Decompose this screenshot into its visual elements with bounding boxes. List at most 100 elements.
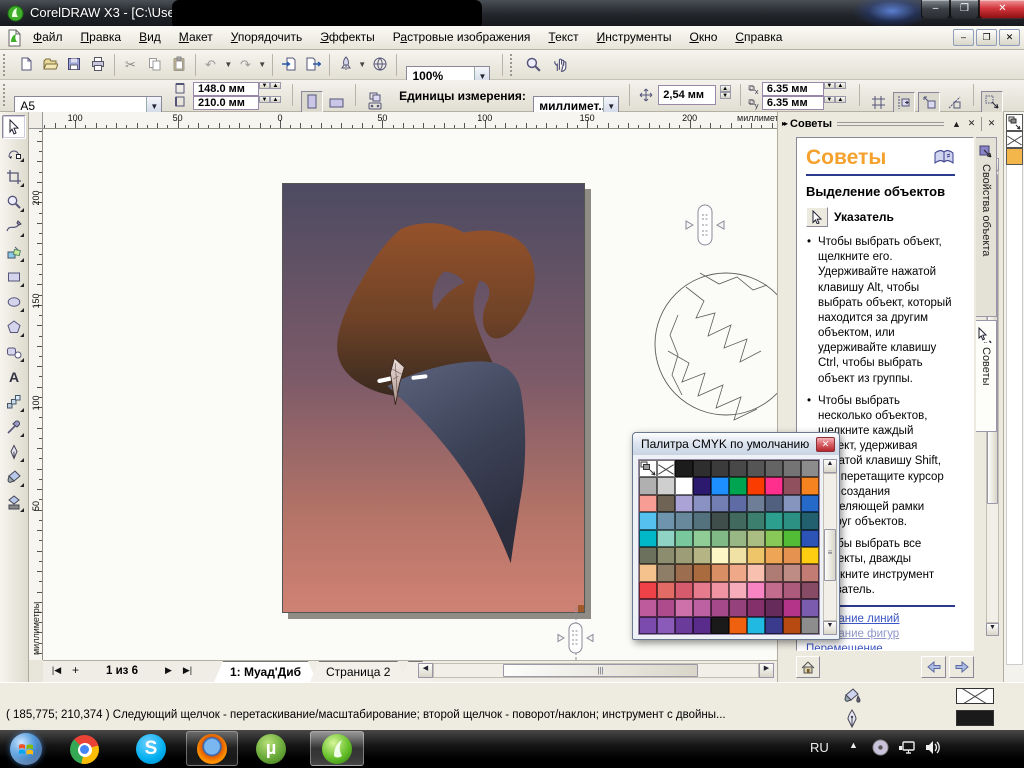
color-swatch[interactable] <box>765 477 783 494</box>
toolbar-grip[interactable] <box>3 54 8 76</box>
color-swatch[interactable] <box>693 477 711 494</box>
forward-button[interactable] <box>949 656 974 678</box>
color-swatch[interactable] <box>675 617 693 634</box>
color-swatch[interactable] <box>729 530 747 547</box>
color-swatch[interactable] <box>783 617 801 634</box>
flyout-icon[interactable] <box>20 233 24 237</box>
spin-up-icon[interactable]: ▲ <box>270 96 281 103</box>
undo-button[interactable]: ↶ <box>200 52 224 76</box>
color-swatch[interactable] <box>729 495 747 512</box>
color-swatch[interactable] <box>747 599 765 616</box>
color-swatch[interactable] <box>675 599 693 616</box>
color-swatch[interactable] <box>783 530 801 547</box>
undo-dropdown-icon[interactable]: ▼ <box>224 60 232 69</box>
color-swatch[interactable] <box>639 512 657 529</box>
home-button[interactable] <box>796 656 820 678</box>
import-button[interactable] <box>277 52 301 76</box>
network-tray-icon[interactable] <box>898 740 917 756</box>
first-page-button[interactable]: |◀ <box>48 663 65 680</box>
disc-tray-icon[interactable] <box>872 739 889 756</box>
chrome-icon[interactable] <box>70 735 99 764</box>
scroll-right-icon[interactable]: ▶ <box>759 663 774 678</box>
launcher-dropdown-icon[interactable]: ▼ <box>358 60 366 69</box>
color-swatch[interactable] <box>639 495 657 512</box>
color-swatch[interactable] <box>639 477 657 494</box>
color-swatch[interactable] <box>711 530 729 547</box>
palette-close-icon[interactable]: ✕ <box>816 437 835 452</box>
canvas-hscrollbar[interactable]: ◀ ||| ▶ <box>418 663 774 678</box>
color-swatch[interactable] <box>747 477 765 494</box>
flyout-icon[interactable] <box>20 333 24 337</box>
shape-tool[interactable] <box>2 140 26 164</box>
flyout-icon[interactable] <box>20 208 24 212</box>
horizontal-ruler[interactable]: 10050050100150200миллиметры <box>43 112 777 129</box>
color-swatch[interactable] <box>729 512 747 529</box>
color-swatch[interactable] <box>675 512 693 529</box>
flyout-icon[interactable] <box>20 483 24 487</box>
language-indicator[interactable]: RU <box>810 740 829 755</box>
dynamic-guides-button[interactable] <box>944 92 966 114</box>
mdi-close-button[interactable]: ✕ <box>999 29 1020 46</box>
toolbar-grip2[interactable] <box>510 54 515 76</box>
new-button[interactable] <box>14 52 38 76</box>
color-swatch[interactable] <box>693 530 711 547</box>
docker-group-close-icon[interactable]: ✕ <box>984 118 999 129</box>
color-swatch[interactable] <box>675 547 693 564</box>
skype-icon[interactable]: S <box>136 734 166 764</box>
color-swatch[interactable] <box>657 582 675 599</box>
color-swatch[interactable] <box>783 599 801 616</box>
cmyk-palette-window[interactable]: Палитра CMYK по умолчанию ✕ ▲ ≡ ▼ <box>632 432 840 640</box>
flyout-icon[interactable] <box>20 258 24 262</box>
open-button[interactable] <box>38 52 62 76</box>
back-button[interactable] <box>921 656 946 678</box>
print-button[interactable] <box>86 52 110 76</box>
color-swatch[interactable] <box>693 564 711 581</box>
color-swatch[interactable] <box>711 599 729 616</box>
color-swatch[interactable] <box>729 599 747 616</box>
spin-up-icon[interactable]: ▲ <box>835 96 846 103</box>
portrait-button[interactable] <box>301 91 323 113</box>
color-swatch[interactable] <box>765 512 783 529</box>
menu-окно[interactable]: Окно <box>680 26 726 49</box>
launcher-button[interactable] <box>334 52 358 76</box>
color-swatch[interactable] <box>765 460 783 477</box>
color-swatch[interactable] <box>747 617 765 634</box>
copy-button[interactable] <box>143 52 167 76</box>
color-swatch[interactable] <box>801 582 819 599</box>
color-swatch[interactable] <box>765 617 783 634</box>
menu-растровые-изображения[interactable]: Растровые изображения <box>384 26 540 49</box>
color-swatch[interactable] <box>747 495 765 512</box>
layout-options-button[interactable] <box>364 90 386 112</box>
color-swatch[interactable] <box>765 547 783 564</box>
color-swatch[interactable] <box>747 564 765 581</box>
color-swatch[interactable] <box>801 547 819 564</box>
color-swatch[interactable] <box>729 477 747 494</box>
docker-grabber-icon[interactable]: ▸▸ <box>782 119 786 128</box>
tab-tips[interactable]: ? Советы <box>976 320 997 432</box>
basic-shapes-tool[interactable] <box>2 340 26 364</box>
landscape-button[interactable] <box>326 92 348 114</box>
color-swatch[interactable] <box>783 495 801 512</box>
color-swatch[interactable] <box>693 599 711 616</box>
mdi-minimize-button[interactable]: – <box>953 29 974 46</box>
spin-down-icon[interactable]: ▼ <box>259 96 270 103</box>
color-swatch[interactable] <box>639 582 657 599</box>
menu-вид[interactable]: Вид <box>130 26 170 49</box>
flyout-icon[interactable] <box>20 158 24 162</box>
menu-инструменты[interactable]: Инструменты <box>588 26 681 49</box>
spin-down-icon[interactable]: ▼ <box>824 96 835 103</box>
duplicate-x-field[interactable]: 6.35 мм <box>762 82 824 96</box>
docker-drag-line[interactable] <box>837 122 944 126</box>
color-swatch[interactable] <box>693 547 711 564</box>
fill-tool[interactable] <box>2 465 26 489</box>
menu-файл[interactable]: Файл <box>24 26 72 49</box>
nudge-spinner[interactable]: ▲▼ <box>720 85 731 99</box>
flyout-icon[interactable] <box>20 508 24 512</box>
color-swatch[interactable] <box>711 512 729 529</box>
flyout-icon[interactable] <box>20 458 24 462</box>
coreldraw-task-button[interactable] <box>310 731 364 766</box>
outline-color-swatch[interactable] <box>956 710 994 726</box>
spin-down-icon[interactable]: ▼ <box>824 82 835 89</box>
spin-up-icon[interactable]: ▲ <box>835 82 846 89</box>
color-swatch[interactable] <box>747 547 765 564</box>
